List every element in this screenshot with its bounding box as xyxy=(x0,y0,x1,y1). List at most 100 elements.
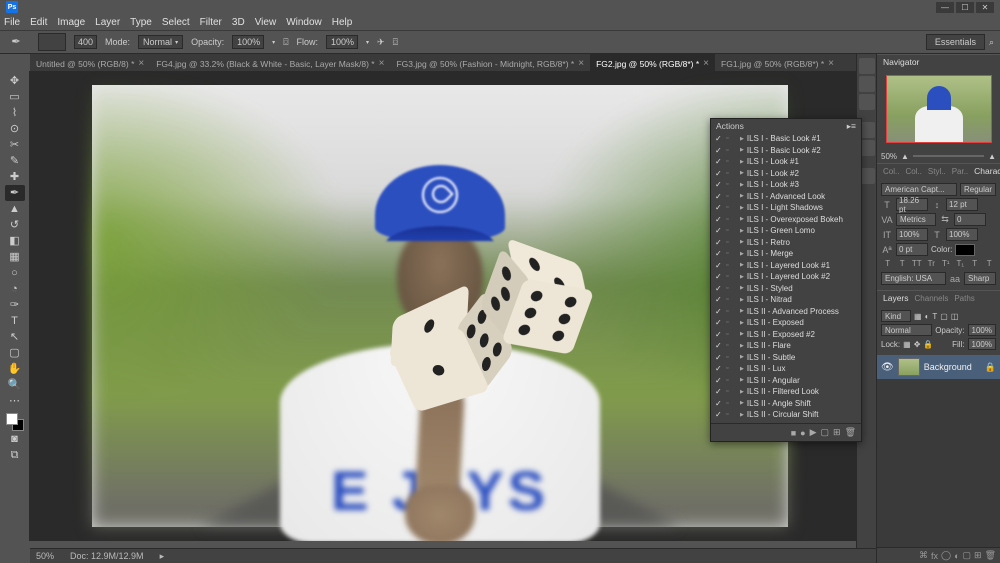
workspace-switcher[interactable]: Essentials xyxy=(926,34,985,50)
action-item[interactable]: ✓▫▶ILS II - Subtle xyxy=(711,352,861,364)
action-item[interactable]: ✓▫▶ILS II - Flare xyxy=(711,340,861,352)
document-tab[interactable]: Untitled @ 50% (RGB/8) *× xyxy=(30,54,150,71)
menu-select[interactable]: Select xyxy=(162,17,190,28)
menu-window[interactable]: Window xyxy=(286,17,322,28)
doc-info-flyout-icon[interactable]: ▸ xyxy=(160,551,165,562)
type-style-button[interactable]: T xyxy=(983,258,997,269)
color-swatches[interactable] xyxy=(6,413,24,431)
layer-opacity-input[interactable]: 100% xyxy=(968,324,996,336)
type-style-button[interactable]: T¹ xyxy=(939,258,953,269)
action-item[interactable]: ✓▫▶ILS II - Exposed #2 xyxy=(711,329,861,341)
stamp-tool-icon[interactable]: ▲ xyxy=(5,201,25,217)
filter-shape-icon[interactable]: ▢ xyxy=(940,312,948,321)
action-item[interactable]: ✓▫▶ILS I - Look #2 xyxy=(711,168,861,180)
new-action-icon[interactable]: ⊞ xyxy=(833,427,841,438)
history-brush-tool-icon[interactable]: ↺ xyxy=(5,217,25,233)
type-style-button[interactable]: T xyxy=(896,258,910,269)
document-tab[interactable]: FG1.jpg @ 50% (RGB/8*) *× xyxy=(715,54,840,71)
pressure-opacity-icon[interactable]: ⌼ xyxy=(283,37,288,48)
opacity-input[interactable]: 100% xyxy=(232,35,264,49)
font-style-select[interactable]: Regular xyxy=(960,183,996,196)
layer-mask-icon[interactable]: ◯ xyxy=(941,550,951,561)
delete-layer-icon[interactable]: 🗑 xyxy=(985,550,996,561)
close-tab-icon[interactable]: × xyxy=(578,58,584,69)
opacity-flyout-icon[interactable]: ▾ xyxy=(272,39,275,46)
lasso-tool-icon[interactable]: ⌇ xyxy=(5,105,25,121)
language-select[interactable]: English: USA xyxy=(881,272,946,285)
panel-tab-active[interactable]: Layers xyxy=(883,293,909,303)
blend-mode-select[interactable]: Normal▾ xyxy=(138,35,183,49)
panel-tab-active[interactable]: Character xyxy=(974,166,1000,176)
action-item[interactable]: ✓▫▶ILS II - Angle Shift xyxy=(711,398,861,410)
layer-name[interactable]: Background xyxy=(924,362,972,372)
filter-pixel-icon[interactable]: ▦ xyxy=(914,312,922,321)
filter-adjustment-icon[interactable]: ◐ xyxy=(925,312,930,321)
menu-filter[interactable]: Filter xyxy=(200,17,222,28)
lock-pixels-icon[interactable]: ▦ xyxy=(903,340,911,349)
zoom-tool-icon[interactable]: 🔍 xyxy=(5,377,25,393)
type-style-button[interactable]: Tr xyxy=(925,258,939,269)
action-item[interactable]: ✓▫▶ILS I - Merge xyxy=(711,248,861,260)
close-tab-icon[interactable]: × xyxy=(703,58,709,69)
panel-tab[interactable]: Par.. xyxy=(952,167,968,176)
menu-image[interactable]: Image xyxy=(57,17,85,28)
type-style-button[interactable]: T xyxy=(968,258,982,269)
hand-tool-icon[interactable]: ✋ xyxy=(5,361,25,377)
tracking-input[interactable]: 0 xyxy=(954,213,986,226)
action-item[interactable]: ✓▫▶ILS II - Circular Shift xyxy=(711,409,861,421)
navigator-panel-header[interactable]: Navigator xyxy=(877,54,1000,69)
type-style-button[interactable]: TT xyxy=(910,258,924,269)
vscale-input[interactable]: 100% xyxy=(896,228,928,241)
action-item[interactable]: ✓▫▶ILS I - Overexposed Bokeh xyxy=(711,214,861,226)
action-item[interactable]: ✓▫▶ILS I - Green Lomo xyxy=(711,225,861,237)
shape-tool-icon[interactable]: ▢ xyxy=(5,345,25,361)
pressure-size-icon[interactable]: ⌼ xyxy=(393,37,398,48)
path-tool-icon[interactable]: ↖ xyxy=(5,329,25,345)
gradient-tool-icon[interactable]: ▦ xyxy=(5,249,25,265)
panel-menu-icon[interactable]: ▸≡ xyxy=(847,121,856,132)
zoom-level[interactable]: 50% xyxy=(36,551,54,561)
delete-icon[interactable]: 🗑 xyxy=(845,427,856,438)
panel-tab[interactable]: Channels xyxy=(915,294,949,303)
tool-preset-icon[interactable]: ✒ xyxy=(6,34,26,50)
minimize-button[interactable]: — xyxy=(936,2,954,13)
action-item[interactable]: ✓▫▶ILS I - Advanced Look xyxy=(711,191,861,203)
document-tab[interactable]: FG4.jpg @ 33.2% (Black & White - Basic, … xyxy=(150,54,390,71)
document-tab[interactable]: FG3.jpg @ 50% (Fashion - Midnight, RGB/8… xyxy=(390,54,590,71)
action-item[interactable]: ✓▫▶ILS I - Basic Look #1 xyxy=(711,133,861,145)
blend-mode-select[interactable]: Normal xyxy=(881,324,932,336)
marquee-tool-icon[interactable]: ▭ xyxy=(5,89,25,105)
layer-thumbnail[interactable] xyxy=(898,358,920,376)
visibility-icon[interactable]: 👁 xyxy=(881,362,894,373)
new-set-icon[interactable]: ▢ xyxy=(821,427,830,438)
kerning-select[interactable]: Metrics xyxy=(896,213,936,226)
navigator-panel[interactable] xyxy=(877,69,1000,149)
close-tab-icon[interactable]: × xyxy=(379,58,385,69)
menu-help[interactable]: Help xyxy=(332,17,353,28)
action-item[interactable]: ✓▫▶ILS I - Retro xyxy=(711,237,861,249)
action-item[interactable]: ✓▫▶ILS II - Lux xyxy=(711,363,861,375)
menu-file[interactable]: File xyxy=(4,17,20,28)
group-icon[interactable]: ▢ xyxy=(963,550,972,561)
action-item[interactable]: ✓▫▶ILS II - Advanced Process xyxy=(711,306,861,318)
close-button[interactable]: ✕ xyxy=(976,2,994,13)
healing-tool-icon[interactable]: ✚ xyxy=(5,169,25,185)
airbrush-icon[interactable]: ✈ xyxy=(377,37,385,48)
quick-mask-icon[interactable]: ◙ xyxy=(5,431,25,447)
brush-tool-icon[interactable]: ✒ xyxy=(5,185,25,201)
move-tool-icon[interactable]: ✥ xyxy=(5,73,25,89)
brush-size-input[interactable]: 400 xyxy=(74,35,97,49)
collapsed-panel-icon[interactable] xyxy=(859,76,875,92)
action-item[interactable]: ✓▫▶ILS I - Look #1 xyxy=(711,156,861,168)
navigator-thumbnail[interactable] xyxy=(886,75,992,143)
quick-select-tool-icon[interactable]: ⊙ xyxy=(5,121,25,137)
menu-3d[interactable]: 3D xyxy=(232,17,245,28)
lock-position-icon[interactable]: ✥ xyxy=(914,340,921,349)
action-item[interactable]: ✓▫▶ILS II - Filtered Look xyxy=(711,386,861,398)
lock-all-icon[interactable]: 🔒 xyxy=(923,340,933,349)
action-item[interactable]: ✓▫▶ILS I - Basic Look #2 xyxy=(711,145,861,157)
screen-mode-icon[interactable]: ⧉ xyxy=(5,447,25,463)
type-tool-icon[interactable]: T xyxy=(5,313,25,329)
action-item[interactable]: ✓▫▶ILS I - Layered Look #2 xyxy=(711,271,861,283)
filter-type-icon[interactable]: T xyxy=(932,312,937,321)
